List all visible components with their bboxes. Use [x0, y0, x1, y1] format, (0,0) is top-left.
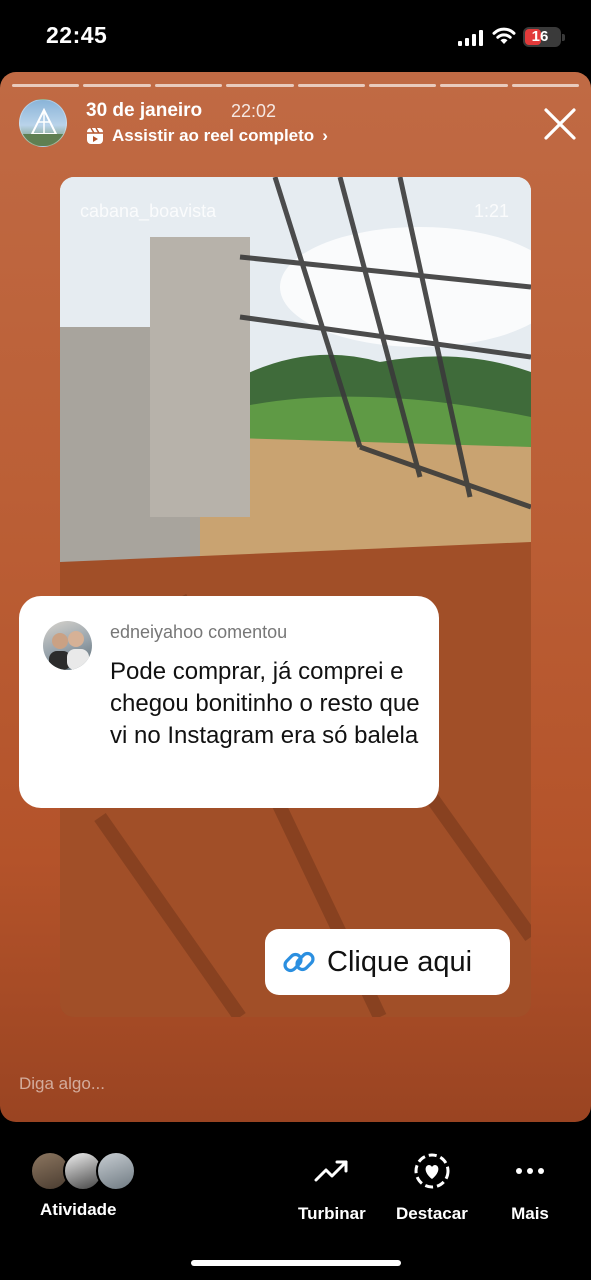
story-progress — [12, 84, 579, 87]
progress-segment — [154, 84, 223, 87]
trending-up-icon — [314, 1160, 348, 1182]
progress-segment — [12, 84, 80, 87]
viewer-avatar — [96, 1151, 136, 1191]
more-icon — [516, 1168, 544, 1174]
heart-circle-icon — [414, 1153, 450, 1189]
progress-segment — [368, 84, 437, 87]
people-photo-icon — [49, 631, 89, 670]
battery-level: 16 — [531, 28, 549, 45]
progress-segment — [511, 84, 579, 87]
comment-sticker[interactable]: edneiyahoo comentou Pode comprar, já com… — [19, 596, 439, 808]
comment-meta: edneiyahoo comentou — [110, 622, 288, 642]
status-time: 22:45 — [46, 22, 108, 48]
activity-viewers[interactable] — [30, 1151, 140, 1191]
close-icon[interactable] — [541, 105, 579, 143]
link-sticker[interactable]: Clique aqui — [265, 929, 510, 995]
watch-full-reel-label: Assistir ao reel completo — [112, 126, 315, 145]
more-button[interactable]: Mais — [511, 1152, 549, 1224]
reel-username: cabana_boavista — [80, 201, 217, 221]
commenter-avatar — [43, 621, 92, 670]
story-card[interactable]: 30 de janeiro 22:02 Assistir ao reel com… — [0, 72, 591, 1122]
progress-segment — [297, 84, 365, 87]
profile-avatar[interactable] — [19, 99, 67, 147]
more-label: Mais — [511, 1204, 549, 1223]
reel-icon — [87, 127, 103, 144]
progress-segment — [83, 84, 151, 87]
progress-segment — [226, 84, 294, 87]
boost-button[interactable]: Turbinar — [298, 1152, 366, 1224]
highlight-button[interactable]: Destacar — [396, 1152, 468, 1224]
wifi-icon — [492, 27, 516, 44]
status-bar: 22:45 16 — [0, 0, 591, 72]
reply-input[interactable]: Diga algo... — [19, 1074, 105, 1094]
battery-cap — [562, 34, 565, 41]
cellular-signal-icon — [458, 30, 483, 46]
reel-duration: 1:21 — [473, 201, 509, 221]
cabin-logo-icon — [20, 107, 66, 146]
story-time: 22:02 — [231, 101, 277, 121]
story-date: 30 de janeiro — [86, 100, 203, 121]
comment-text: Pode comprar, já comprei e chegou boniti… — [110, 658, 420, 749]
bottom-bar: Atividade Turbinar Destacar Mais — [0, 1122, 591, 1280]
chevron-right-icon: › — [322, 126, 328, 145]
highlight-label: Destacar — [396, 1204, 468, 1223]
boost-label: Turbinar — [298, 1204, 366, 1223]
link-sticker-label: Clique aqui — [327, 945, 473, 978]
battery-indicator: 16 — [523, 27, 565, 47]
watch-full-reel-link[interactable]: Assistir ao reel completo › — [86, 124, 328, 148]
home-indicator[interactable] — [191, 1260, 401, 1266]
link-icon — [283, 951, 315, 973]
progress-segment — [440, 84, 508, 87]
activity-label[interactable]: Atividade — [40, 1200, 117, 1220]
